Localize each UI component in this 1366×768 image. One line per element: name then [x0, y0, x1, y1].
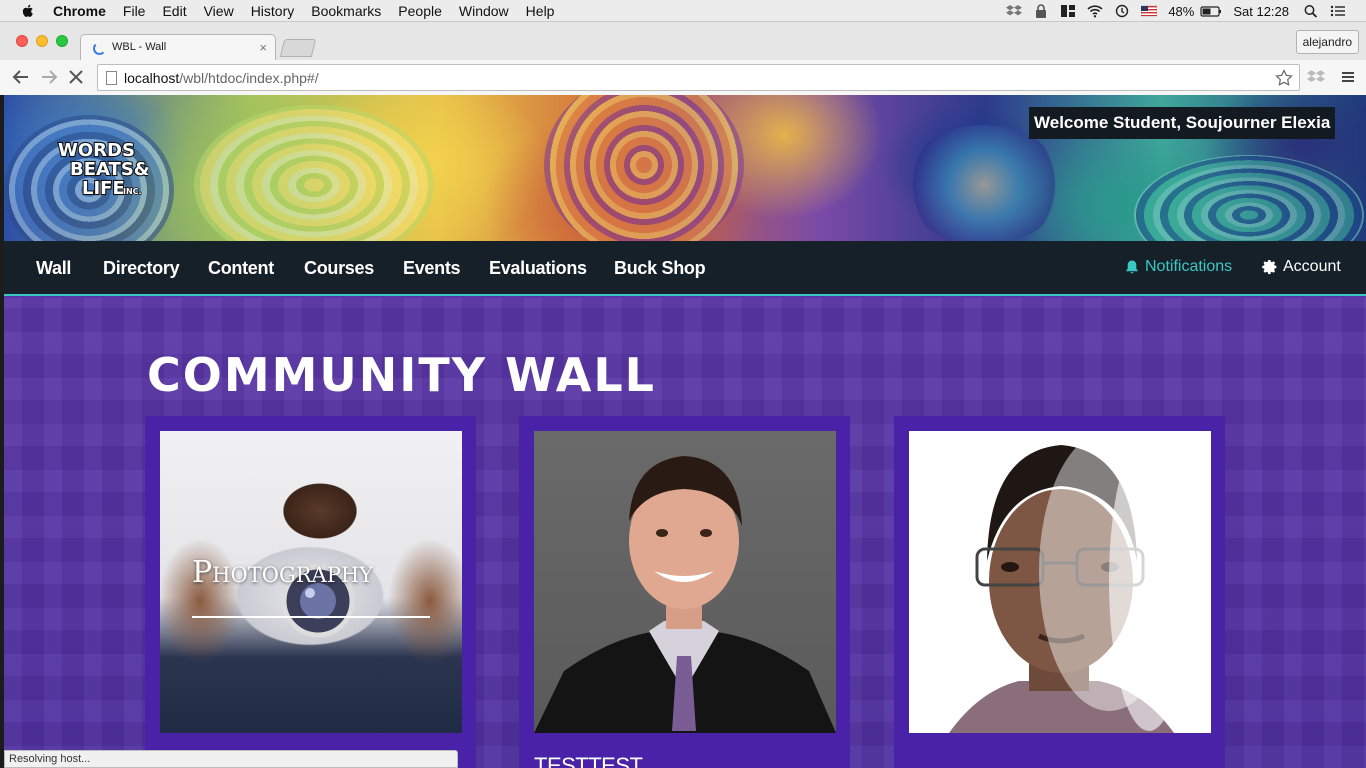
browser-toolbar: localhost/wbl/htdoc/index.php#/	[0, 60, 1366, 95]
page-title: COMMUNITY WALL	[147, 348, 656, 402]
bookmark-star-icon[interactable]	[1275, 69, 1293, 87]
nav-courses[interactable]: Courses	[304, 258, 374, 279]
address-bar[interactable]: localhost/wbl/htdoc/index.php#/	[97, 64, 1300, 91]
card-photo-testtest[interactable]	[534, 431, 836, 733]
back-arrow-icon[interactable]	[12, 68, 30, 86]
browser-chrome: WBL - Wall × alejandro localhost/wbl/htd…	[0, 22, 1366, 95]
app-menu-chrome[interactable]: Chrome	[53, 3, 106, 19]
gear-icon	[1262, 260, 1277, 275]
chrome-menu-icon[interactable]	[1341, 70, 1355, 84]
status-bar: Resolving host...	[4, 750, 458, 768]
logo-line-beats: BEATS&	[70, 159, 148, 180]
notifications-label: Notifications	[1145, 258, 1233, 275]
menu-people[interactable]: People	[398, 3, 442, 19]
nav-notifications[interactable]: Notifications	[1124, 258, 1232, 276]
menu-help[interactable]: Help	[526, 3, 555, 19]
window-zoom-button[interactable]	[56, 35, 68, 47]
time-machine-icon[interactable]	[1114, 4, 1130, 18]
card-overlay-photography: Photography	[192, 555, 373, 590]
dropbox-icon[interactable]	[1006, 4, 1023, 18]
nav-buck-shop[interactable]: Buck Shop	[614, 258, 706, 279]
nav-directory[interactable]: Directory	[103, 258, 180, 279]
logo-line-inc: INC.	[123, 187, 142, 196]
window-close-button[interactable]	[16, 35, 28, 47]
clock[interactable]: Sat 12:28	[1233, 4, 1289, 19]
page-icon	[106, 71, 117, 85]
menu-bookmarks[interactable]: Bookmarks	[311, 3, 381, 19]
url-host: localhost	[124, 70, 180, 86]
new-tab-button[interactable]	[279, 39, 317, 57]
card-photo-student[interactable]	[909, 431, 1211, 733]
tab-close-icon[interactable]: ×	[259, 40, 267, 55]
nav-events[interactable]: Events	[403, 258, 461, 279]
card-photo-photography[interactable]: Photography	[160, 431, 462, 733]
menu-file[interactable]: File	[123, 3, 146, 19]
notification-center-icon[interactable]	[1330, 4, 1346, 18]
lock-icon[interactable]	[1033, 4, 1049, 18]
profile-button[interactable]: alejandro	[1295, 30, 1359, 54]
nav-wall[interactable]: Wall	[36, 258, 71, 279]
nav-evaluations[interactable]: Evaluations	[489, 258, 587, 279]
wall-card-student[interactable]	[894, 416, 1225, 768]
page-viewport: WORDS BEATS& LIFE INC. Welcome Student, …	[4, 95, 1366, 768]
browser-tab-wall[interactable]: WBL - Wall ×	[80, 34, 276, 60]
tab-title: WBL - Wall	[112, 41, 167, 53]
menu-history[interactable]: History	[251, 3, 295, 19]
account-label: Account	[1283, 258, 1341, 275]
wall-card-photography[interactable]: Photography	[145, 416, 476, 768]
battery-percent: 48%	[1168, 3, 1195, 19]
nav-account[interactable]: Account	[1262, 258, 1341, 276]
menu-window[interactable]: Window	[459, 3, 509, 19]
us-flag-icon[interactable]	[1141, 4, 1158, 18]
url-text[interactable]: localhost/wbl/htdoc/index.php#/	[124, 70, 319, 86]
logo-line-life: LIFE	[82, 178, 125, 199]
dropbox-extension-icon[interactable]	[1307, 69, 1325, 85]
card-name: TESTTEST	[534, 753, 643, 768]
spotlight-search-icon[interactable]	[1303, 4, 1319, 18]
url-path: /wbl/htdoc/index.php#/	[179, 70, 319, 86]
nav-content[interactable]: Content	[208, 258, 274, 279]
wall-card-testtest[interactable]: TESTTEST	[519, 416, 850, 768]
apple-icon[interactable]	[20, 3, 36, 19]
mural-banner: WORDS BEATS& LIFE INC. Welcome Student, …	[4, 95, 1366, 241]
menu-edit[interactable]: Edit	[162, 3, 186, 19]
logo-line-words: WORDS	[58, 140, 135, 161]
wbl-logo[interactable]: WORDS BEATS& LIFE INC.	[56, 139, 148, 199]
portrait-man	[534, 456, 836, 733]
main-nav: Wall Directory Content Courses Events Ev…	[4, 241, 1366, 296]
portrait-student	[949, 431, 1189, 733]
bell-icon	[1126, 260, 1138, 274]
stop-loading-icon[interactable]	[68, 69, 84, 85]
welcome-message: Welcome Student, Soujourner Elexia	[1029, 107, 1336, 139]
window-layout-icon[interactable]	[1060, 4, 1076, 18]
loading-spinner-icon	[93, 42, 106, 55]
community-wall-section: COMMUNITY WALL Photography TESTTEST	[4, 298, 1366, 768]
menu-view[interactable]: View	[204, 3, 234, 19]
forward-arrow-icon[interactable]	[40, 68, 58, 86]
window-minimize-button[interactable]	[36, 35, 48, 47]
os-menu-bar: Chrome File Edit View History Bookmarks …	[0, 0, 1366, 22]
wifi-icon[interactable]	[1087, 4, 1103, 18]
battery-icon[interactable]	[1200, 4, 1222, 18]
